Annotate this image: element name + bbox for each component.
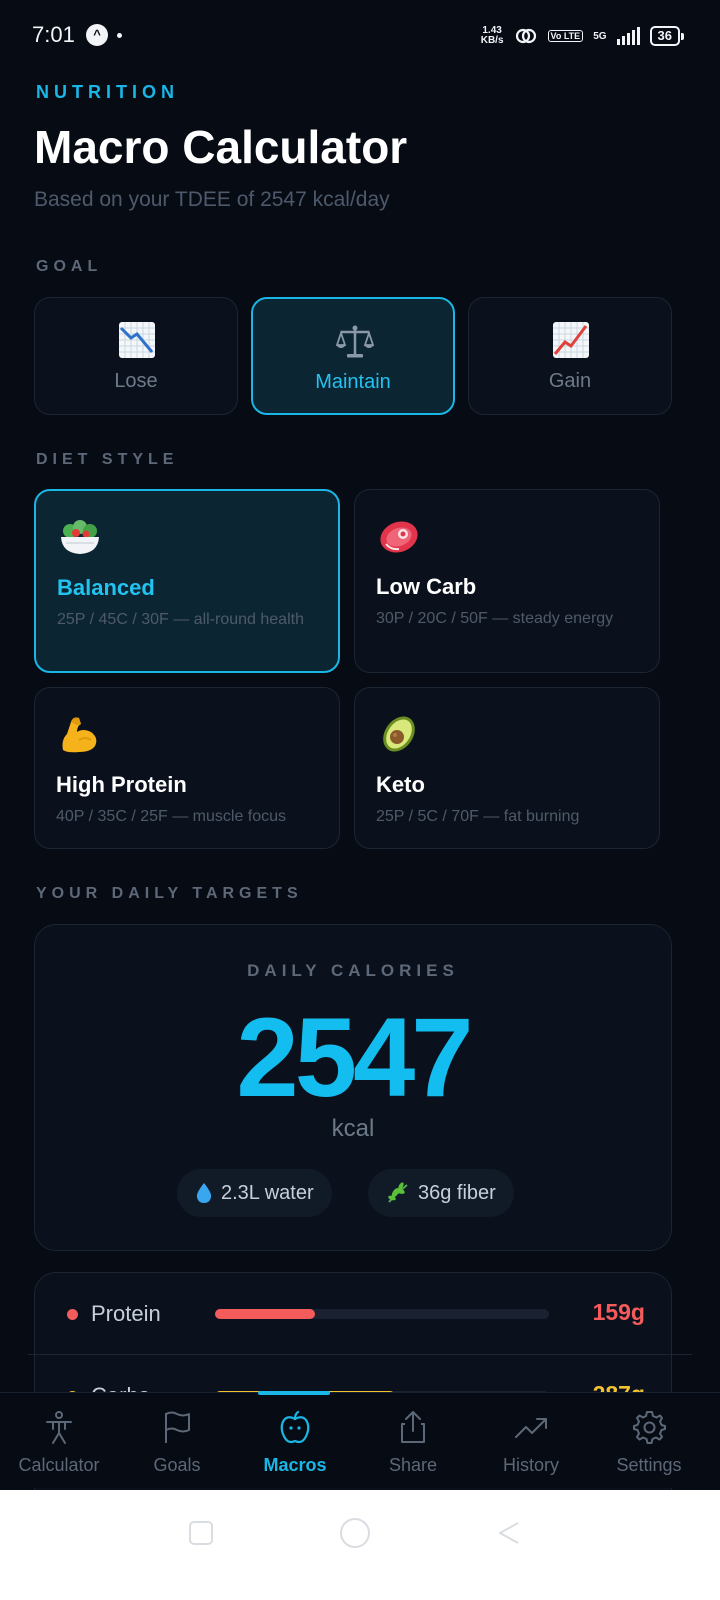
fiber-chip: 36g fiber [368, 1169, 514, 1217]
battery-icon: 36 [649, 26, 685, 46]
status-icons: 1.43 KB/s Vo LTE 5G 36 [481, 22, 685, 50]
nav-label: Goals [153, 1455, 201, 1475]
macro-row-protein: Protein 159g [35, 1285, 673, 1345]
system-nav-bar [0, 1490, 720, 1600]
goal-option-label: Lose [114, 370, 158, 392]
apple-icon [280, 1410, 310, 1444]
herb-icon [388, 1182, 408, 1203]
nav-item-history[interactable]: History [472, 1393, 590, 1489]
nav-item-macros[interactable]: Macros [236, 1393, 354, 1489]
nav-item-calculator[interactable]: Calculator [0, 1393, 118, 1489]
goal-option-lose[interactable]: Lose [34, 297, 238, 415]
diet-section-label: DIET STYLE [36, 451, 179, 468]
nav-item-share[interactable]: Share [354, 1393, 472, 1489]
daily-calories-label: DAILY CALORIES [247, 961, 459, 980]
back-button[interactable] [496, 1520, 522, 1546]
person-icon [46, 1411, 72, 1444]
nav-label: Share [388, 1455, 438, 1475]
app-screen: 7:01 ^ 1.43 KB/s Vo LTE 5G 36 NUTRITION … [0, 0, 720, 1520]
nav-item-goals[interactable]: Goals [118, 1393, 236, 1489]
macro-divider [28, 1354, 692, 1355]
goal-option-label: Maintain [315, 371, 391, 393]
share-icon [401, 1411, 425, 1443]
balance-scale-icon [335, 325, 375, 358]
gear-icon [633, 1411, 666, 1444]
water-drop-icon [196, 1183, 212, 1203]
water-chip: 2.3L water [177, 1169, 332, 1217]
trending-up-icon [515, 1418, 547, 1438]
macro-bar-track [215, 1309, 549, 1319]
flag-icon [165, 1411, 190, 1443]
app-notification-icon: ^ [86, 24, 108, 46]
network-type: 5G [593, 30, 607, 42]
chart-decreasing-icon [119, 322, 155, 358]
macro-grams: 159g [592, 1299, 645, 1325]
nav-label: Settings [616, 1455, 682, 1475]
diet-option-name: Balanced [57, 575, 155, 600]
macro-name: Protein [91, 1301, 161, 1326]
bottom-nav: Calculator Goals Macros Share History Se… [0, 1391, 720, 1489]
diet-option-name: Keto [376, 772, 425, 797]
daily-calories-value: 2547 [236, 995, 473, 1120]
salad-icon [61, 520, 99, 554]
fiber-target: 36g fiber [418, 1181, 496, 1204]
goal-section-label: GOAL [36, 258, 103, 275]
diet-option-name: Low Carb [376, 574, 477, 599]
diet-option-desc: 40P / 35C / 25F — muscle focus [56, 808, 287, 825]
page-subtitle: Based on your TDEE of 2547 kcal/day [34, 188, 390, 211]
volte-icon: Vo LTE [547, 30, 584, 42]
daily-calories-card: DAILY CALORIES 2547 kcal 2.3L water 36g … [34, 924, 672, 1251]
status-time: 7:01 [32, 22, 75, 47]
diet-option-desc: 25P / 45C / 30F — all-round health [57, 611, 304, 628]
hotspot-link-icon [515, 28, 536, 44]
macro-dot [67, 1309, 78, 1320]
status-bar: 7:01 ^ 1.43 KB/s Vo LTE 5G 36 [0, 0, 720, 70]
diet-option-name: High Protein [56, 772, 187, 797]
nav-item-settings[interactable]: Settings [590, 1393, 708, 1489]
diet-option-balanced[interactable]: Balanced 25P / 45C / 30F — all-round hea… [34, 489, 340, 673]
home-button[interactable] [338, 1516, 372, 1550]
targets-section-label: YOUR DAILY TARGETS [36, 885, 303, 902]
nav-label: History [502, 1455, 559, 1475]
signal-bars-icon [616, 27, 640, 45]
avocado-icon [383, 716, 415, 752]
meat-icon [380, 521, 418, 553]
diet-option-low-carb[interactable]: Low Carb 30P / 20C / 50F — steady energy [354, 489, 660, 673]
goal-option-label: Gain [548, 370, 592, 392]
flexed-bicep-icon [62, 717, 97, 753]
chart-increasing-icon [553, 322, 589, 358]
diet-option-desc: 30P / 20C / 50F — steady energy [376, 610, 614, 627]
recent-apps-button[interactable] [188, 1520, 214, 1546]
goal-option-maintain[interactable]: Maintain [251, 297, 455, 415]
section-eyebrow: NUTRITION [36, 82, 179, 102]
nav-label: Macros [263, 1455, 327, 1475]
diet-option-high-protein[interactable]: High Protein 40P / 35C / 25F — muscle fo… [34, 687, 340, 849]
goal-option-gain[interactable]: Gain [468, 297, 672, 415]
water-target: 2.3L water [221, 1181, 314, 1204]
notification-dot-icon [117, 33, 122, 38]
nav-label: Calculator [18, 1455, 100, 1475]
page-title: Macro Calculator [34, 121, 408, 173]
battery-level: 36 [657, 28, 672, 43]
diet-option-desc: 25P / 5C / 70F — fat burning [376, 808, 580, 825]
macro-bar-fill [215, 1309, 316, 1319]
network-speed-unit: KB/s [480, 35, 504, 46]
diet-option-keto[interactable]: Keto 25P / 5C / 70F — fat burning [354, 687, 660, 849]
calories-unit: kcal [331, 1115, 375, 1142]
network-speed: 1.43 KB/s [481, 26, 504, 46]
